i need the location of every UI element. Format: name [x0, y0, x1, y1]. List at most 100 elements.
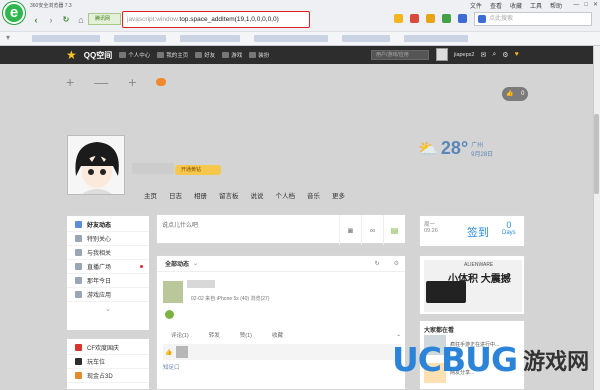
username[interactable]: jiapeps2	[454, 52, 475, 58]
hot-line[interactable]: 疯狂手游正在进行中...	[450, 341, 499, 348]
feed-filter[interactable]: 全部动态	[165, 259, 189, 268]
hot-thumb[interactable]	[424, 363, 446, 383]
app-item[interactable]: CF欢度国庆	[67, 341, 149, 355]
search-placeholder: 点此搜索	[489, 16, 514, 22]
liker-avatar[interactable]	[176, 346, 189, 358]
checkin-button[interactable]: 签到	[467, 224, 489, 240]
scrollbar[interactable]	[593, 46, 600, 390]
scrollbar-thumb[interactable]	[594, 114, 599, 194]
sidebar-item-friend-feed[interactable]: 好友动态	[67, 218, 149, 232]
tab-music[interactable]: 音乐	[307, 190, 320, 200]
hot-line[interactable]: 网友分享...	[450, 369, 474, 376]
search-icon[interactable]: ⌕	[492, 51, 496, 59]
favorite-item[interactable]	[254, 35, 328, 42]
bookmark-icon[interactable]	[426, 14, 435, 23]
expand-chevron-icon[interactable]: ⌄	[67, 305, 149, 313]
browser-logo[interactable]: e	[3, 2, 25, 24]
like-counter[interactable]: 👍 0	[502, 87, 528, 101]
gear-icon[interactable]: ⚙	[502, 51, 508, 59]
sidebar-item-related[interactable]: 与我相关	[67, 246, 149, 260]
profile-avatar[interactable]	[67, 135, 125, 195]
sidebar-item-live[interactable]: 直播广场	[67, 260, 149, 274]
favorite-item[interactable]	[114, 35, 166, 42]
baidu-icon[interactable]	[458, 14, 467, 23]
forward-button[interactable]: 转发	[209, 331, 220, 339]
menu-view[interactable]: 查看	[490, 1, 502, 10]
ad-panel[interactable]: ALIENWARE 小体积 大震撼	[419, 255, 525, 315]
app-item[interactable]: 玩车位	[67, 355, 149, 369]
back-icon[interactable]: ‹	[30, 14, 42, 26]
app-title: 360安全浏览器 7.3	[30, 3, 72, 9]
refresh-icon[interactable]: ↻	[60, 14, 72, 26]
tab-more[interactable]: 更多	[332, 190, 345, 200]
avatar[interactable]	[436, 48, 448, 61]
refresh-icon[interactable]: ↻	[375, 260, 380, 267]
tab-album[interactable]: 相册	[194, 190, 207, 200]
comment-author[interactable]: 知足口	[163, 363, 180, 371]
mascot-icon[interactable]	[156, 78, 167, 86]
favorite-item[interactable]	[180, 35, 240, 42]
link-icon[interactable]: ∞	[361, 215, 383, 245]
sidebar-item-special-care[interactable]: 特别关心	[67, 232, 149, 246]
more-tools-icon[interactable]: ▤	[383, 215, 405, 245]
menu-tools[interactable]: 工具	[530, 1, 542, 10]
message-icon[interactable]: ✉	[481, 51, 487, 59]
sidebar-item-label: 那年今日	[87, 279, 112, 285]
home-icon[interactable]: ⌂	[75, 14, 87, 26]
comment-button[interactable]: 评论(1)	[171, 331, 189, 339]
post-composer[interactable]: 说点儿什么吧 ◙ ∞ ▤	[156, 214, 406, 245]
search-input[interactable]: 点此搜索	[474, 12, 592, 26]
address-bar[interactable]: javascript:window. top.space_addItem(19,1…	[122, 11, 310, 28]
lightning-icon[interactable]	[394, 14, 403, 23]
tab-home[interactable]: 主页	[144, 190, 157, 200]
ad-block-icon[interactable]	[410, 14, 419, 23]
qzone-brand[interactable]: QQ空间	[84, 50, 112, 61]
post-avatar[interactable]	[163, 281, 183, 303]
maximize-icon[interactable]: □	[584, 2, 588, 8]
nav-friends[interactable]: 好友	[195, 51, 215, 59]
menu-help[interactable]: 帮助	[550, 1, 562, 10]
heart-icon[interactable]: ♥	[515, 51, 519, 58]
nav-my-homepage[interactable]: 我的主页	[157, 51, 188, 59]
nav-label: 装扮	[258, 53, 270, 59]
nav-personal-center[interactable]: 个人中心	[119, 51, 150, 59]
tab-moments[interactable]: 说说	[251, 190, 264, 200]
compat-icon[interactable]	[442, 14, 451, 23]
nav-dress[interactable]: 装扮	[249, 51, 269, 59]
menu-file[interactable]: 文件	[470, 1, 482, 10]
camera-icon[interactable]: ◙	[339, 215, 361, 245]
forward-icon[interactable]: ›	[45, 14, 57, 26]
sidebar-item-on-this-day[interactable]: 那年今日	[67, 274, 149, 288]
favorites-toggle-icon[interactable]: ▾	[6, 33, 10, 42]
hot-thumb[interactable]	[424, 335, 446, 355]
minimize-icon[interactable]: —	[573, 2, 579, 8]
more-icon[interactable]: ⌄	[396, 332, 401, 338]
add-icon[interactable]: +	[66, 74, 74, 90]
weather-date: 9月28日	[471, 151, 494, 158]
qzone-search-input[interactable]: 用户/游戏/应用	[371, 50, 429, 60]
menu-favorites[interactable]: 收藏	[510, 1, 522, 10]
nav-games[interactable]: 游戏	[222, 51, 242, 59]
app-item[interactable]: 现金占3D	[67, 369, 149, 383]
collect-button[interactable]: 收藏	[272, 331, 283, 339]
favorite-item[interactable]	[404, 35, 468, 42]
add-icon[interactable]: +	[128, 74, 136, 90]
secure-badge[interactable]: 腾讯网	[88, 13, 121, 25]
calendar-icon	[75, 277, 82, 284]
app-icon	[75, 372, 82, 379]
tab-guestbook[interactable]: 留言板	[219, 190, 239, 200]
tab-blog[interactable]: 日志	[169, 190, 182, 200]
vip-badge[interactable]: 开通黄钻	[175, 165, 221, 175]
chevron-down-icon[interactable]: ⌄	[193, 260, 198, 267]
sidebar-item-game-apps[interactable]: 游戏应用	[67, 288, 149, 302]
close-icon[interactable]: ✕	[593, 1, 598, 8]
like-button[interactable]: 赞(1)	[240, 331, 252, 339]
favorite-item[interactable]	[342, 35, 390, 42]
gear-icon[interactable]: ⚙	[394, 260, 399, 267]
checkin-days-count: 0	[506, 220, 512, 230]
favorite-item[interactable]	[32, 35, 100, 42]
search-engine-icon[interactable]	[478, 15, 486, 23]
minus-icon[interactable]: —	[94, 74, 108, 90]
qzone-star-icon: ★	[66, 48, 77, 62]
tab-profile[interactable]: 个人档	[276, 190, 296, 200]
